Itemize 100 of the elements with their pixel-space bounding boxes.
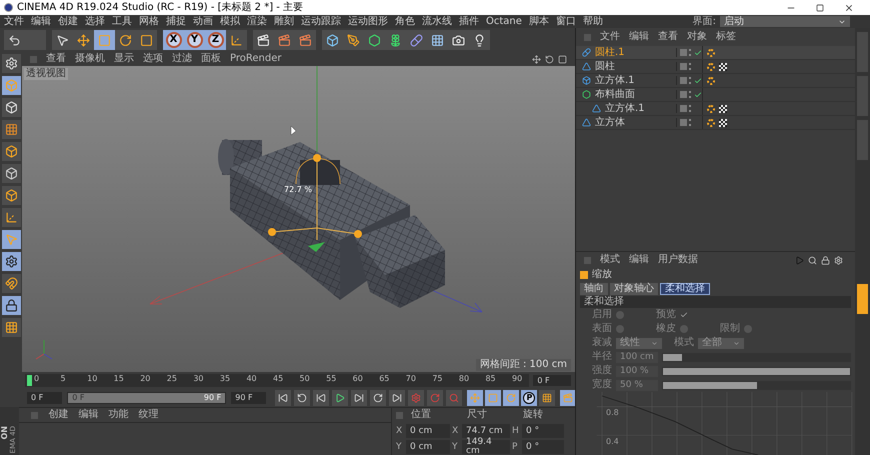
tool-button[interactable] bbox=[295, 30, 316, 50]
position-field[interactable]: 0 cm bbox=[406, 440, 450, 454]
menu-item[interactable]: 模拟 bbox=[220, 16, 240, 26]
checkbox[interactable] bbox=[616, 325, 624, 333]
tool-button[interactable] bbox=[115, 30, 136, 50]
mode-button[interactable] bbox=[2, 186, 20, 205]
phong-tag-icon[interactable] bbox=[707, 104, 715, 112]
tool-button[interactable] bbox=[73, 30, 94, 50]
viewport-menu-item[interactable]: 选项 bbox=[143, 54, 163, 64]
object-row[interactable]: 布料曲面 bbox=[576, 88, 855, 102]
material-menu-item[interactable]: 功能 bbox=[108, 410, 128, 420]
next-frame-button[interactable] bbox=[351, 390, 368, 406]
menu-item[interactable]: 文件 bbox=[4, 16, 24, 26]
auto-key-button[interactable] bbox=[427, 390, 444, 406]
menu-item[interactable]: 流水线 bbox=[422, 16, 452, 26]
viewport-menu-item[interactable]: 过滤 bbox=[172, 54, 192, 64]
previous-frame-button[interactable] bbox=[313, 390, 330, 406]
menu-item[interactable]: Octane bbox=[486, 16, 522, 26]
phong-tag-icon[interactable] bbox=[707, 48, 715, 56]
viewport-menu-item[interactable]: 面板 bbox=[201, 54, 221, 64]
object-menu-item[interactable]: 文件 bbox=[600, 32, 620, 42]
slider-track[interactable] bbox=[662, 352, 851, 362]
menu-item[interactable]: 插件 bbox=[459, 16, 479, 26]
maximize-button[interactable] bbox=[816, 2, 824, 12]
object-menu-item[interactable]: 对象 bbox=[687, 32, 707, 42]
attribute-menu-item[interactable]: 模式 bbox=[600, 255, 620, 265]
menu-item[interactable]: 帮助 bbox=[582, 16, 603, 26]
menu-item[interactable]: 渲染 bbox=[247, 16, 267, 26]
object-row[interactable]: 立方体.1 bbox=[576, 102, 855, 116]
tool-button[interactable] bbox=[4, 30, 25, 50]
menu-item[interactable]: 动画 bbox=[193, 16, 213, 26]
viewport-menu-item[interactable]: 显示 bbox=[114, 54, 134, 64]
tool-button[interactable] bbox=[226, 30, 247, 50]
current-frame-field[interactable]: 0 F bbox=[533, 375, 571, 386]
mode-button[interactable] bbox=[2, 120, 20, 139]
axis-lock-button[interactable]: Y bbox=[184, 30, 205, 50]
object-menu-item[interactable]: 编辑 bbox=[629, 32, 649, 42]
mode-button[interactable] bbox=[2, 318, 20, 337]
checkbox[interactable] bbox=[744, 325, 752, 333]
enabled-check[interactable] bbox=[693, 76, 702, 85]
tool-button[interactable] bbox=[469, 30, 490, 50]
material-menu-item[interactable]: 纹理 bbox=[138, 410, 158, 420]
object-menu-item[interactable]: 查看 bbox=[658, 32, 678, 42]
position-field[interactable]: 0 cm bbox=[406, 424, 450, 438]
mode-button[interactable] bbox=[2, 54, 20, 73]
slider-track[interactable] bbox=[662, 380, 851, 390]
start-frame-field[interactable]: 0 F bbox=[27, 392, 62, 404]
phong-tag-icon[interactable] bbox=[707, 76, 715, 84]
menu-item[interactable]: 角色 bbox=[395, 16, 415, 26]
timeline-layout-toggle[interactable] bbox=[560, 390, 575, 406]
mode-button[interactable] bbox=[2, 142, 20, 161]
rotation-field[interactable]: 0 ° bbox=[522, 424, 564, 438]
tool-button[interactable] bbox=[322, 30, 343, 50]
menu-item[interactable]: 雕刻 bbox=[274, 16, 294, 26]
menu-item[interactable]: 创建 bbox=[58, 16, 78, 26]
menu-item[interactable]: 窗口 bbox=[556, 16, 576, 26]
checkbox[interactable] bbox=[680, 311, 688, 319]
checkbox[interactable] bbox=[680, 325, 688, 333]
object-row[interactable]: 圆柱 bbox=[576, 60, 855, 74]
viewport-menu-item[interactable]: 查看 bbox=[46, 54, 66, 64]
texture-tag-icon[interactable] bbox=[719, 104, 727, 112]
viewport-menu-item[interactable]: 摄像机 bbox=[75, 54, 105, 64]
tool-button[interactable] bbox=[52, 30, 73, 50]
key-toggle[interactable] bbox=[485, 390, 502, 406]
loop-button[interactable] bbox=[294, 390, 310, 406]
texture-tag-icon[interactable] bbox=[719, 62, 727, 70]
key-toggle[interactable] bbox=[467, 390, 484, 406]
menu-item[interactable]: 选择 bbox=[85, 16, 105, 26]
object-row[interactable]: 立方体 bbox=[576, 116, 855, 130]
mode-button[interactable] bbox=[2, 296, 20, 315]
mode-button[interactable] bbox=[2, 230, 20, 249]
close-button[interactable] bbox=[844, 2, 854, 12]
menu-item[interactable]: 运动跟踪 bbox=[301, 16, 341, 26]
object-row[interactable]: 圆柱.1 bbox=[576, 46, 855, 60]
mode-button[interactable] bbox=[2, 164, 20, 183]
phong-tag-icon[interactable] bbox=[707, 62, 715, 70]
mode-button[interactable] bbox=[2, 274, 20, 293]
material-menu-item[interactable]: 创建 bbox=[48, 410, 68, 420]
tool-button[interactable] bbox=[253, 30, 274, 50]
go-to-end-button[interactable] bbox=[389, 390, 406, 406]
mode-button[interactable] bbox=[2, 252, 20, 271]
object-menu-item[interactable]: 标签 bbox=[716, 32, 736, 42]
size-field[interactable]: 74.7 cm bbox=[462, 424, 510, 438]
axis-lock-button[interactable]: X bbox=[163, 30, 184, 50]
menu-item[interactable]: 网格 bbox=[139, 16, 159, 26]
timeline-ruler[interactable]: 0 5 10 15 20 25 30 35 40 45 50 55 60 65 70 75 80 85 90 bbox=[25, 374, 530, 387]
mode-button[interactable] bbox=[2, 208, 20, 227]
menu-item[interactable]: 运动图形 bbox=[348, 16, 388, 26]
phong-tag-icon[interactable] bbox=[707, 118, 715, 126]
material-menu-item[interactable]: 编辑 bbox=[78, 410, 98, 420]
menu-item[interactable]: 脚本 bbox=[528, 16, 549, 26]
mode-button[interactable] bbox=[2, 76, 20, 95]
menu-item[interactable]: 工具 bbox=[112, 16, 132, 26]
checkbox[interactable] bbox=[616, 311, 624, 319]
enabled-check[interactable] bbox=[693, 90, 702, 99]
keyframe-button[interactable] bbox=[446, 390, 462, 406]
play-button[interactable] bbox=[332, 390, 348, 406]
layout-dropdown[interactable]: 启动 bbox=[720, 16, 850, 27]
viewport-menu-item[interactable]: ProRender bbox=[230, 54, 282, 64]
texture-tag-icon[interactable] bbox=[719, 118, 727, 126]
